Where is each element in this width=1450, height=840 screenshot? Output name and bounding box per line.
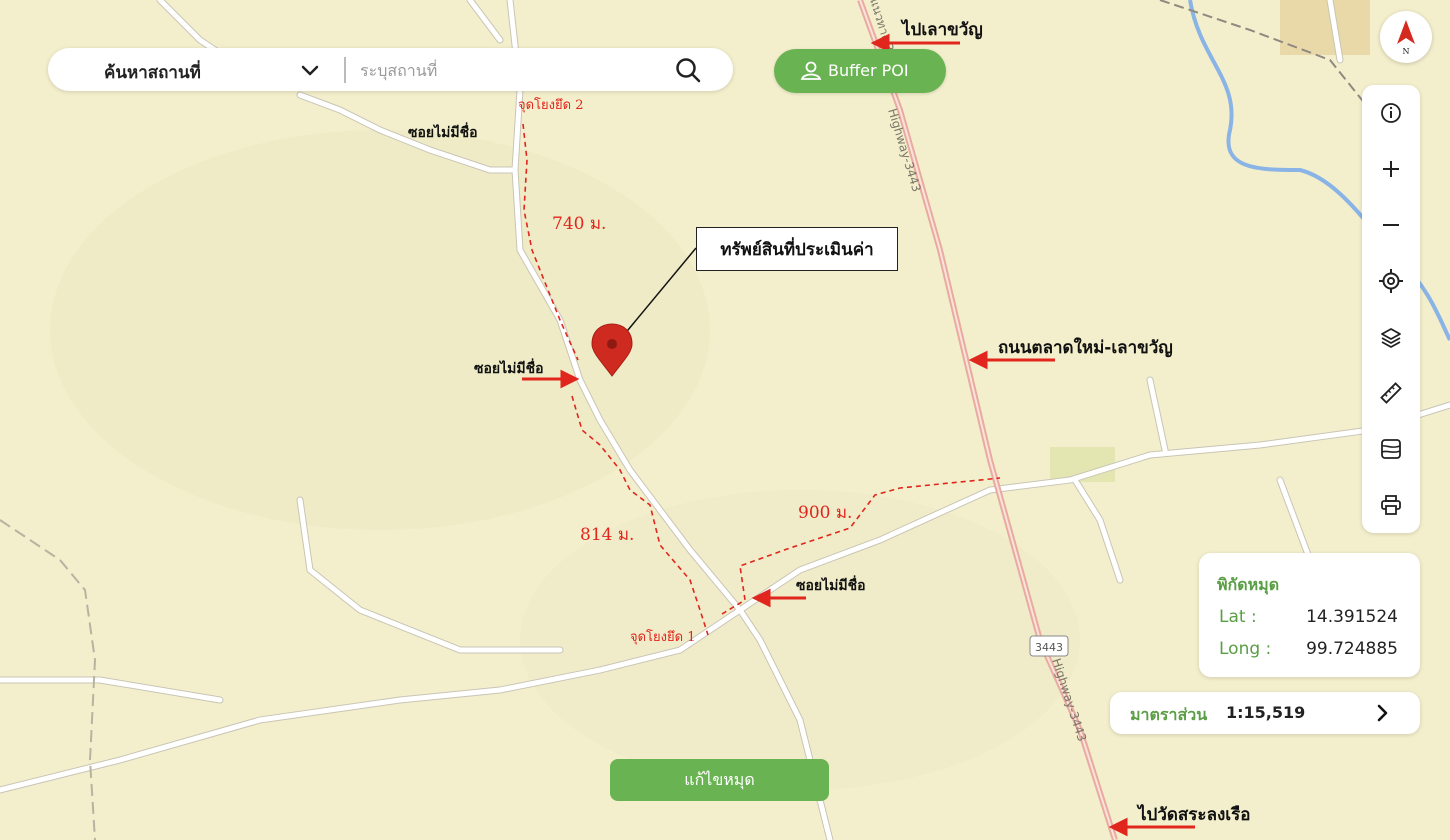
locate-icon xyxy=(1379,269,1403,293)
map-style-icon xyxy=(1381,439,1401,459)
info-icon xyxy=(1381,103,1401,123)
user-pin-icon xyxy=(800,61,822,80)
zoom-in-button[interactable] xyxy=(1362,145,1420,193)
buffer-poi-label: Buffer POI xyxy=(828,61,909,80)
print-button[interactable] xyxy=(1362,481,1420,529)
north-arrow-icon: N xyxy=(1397,20,1415,56)
search-divider xyxy=(344,57,346,83)
coordinate-panel: พิกัดหมุด Lat : 14.391524 Long : 99.7248… xyxy=(1199,553,1420,677)
compass-button[interactable]: N xyxy=(1380,11,1432,63)
search-icon[interactable] xyxy=(673,55,703,85)
layers-button[interactable] xyxy=(1362,313,1420,361)
map-toolbar xyxy=(1362,85,1420,533)
chevron-down-icon[interactable] xyxy=(298,58,322,82)
scale-value: 1:15,519 xyxy=(1226,703,1306,722)
ruler-button[interactable] xyxy=(1362,369,1420,417)
soi-label-2: ซอยไม่มีชื่อ xyxy=(474,358,544,377)
soi-label-3: ซอยไม่มีชื่อ xyxy=(796,575,866,594)
to-lao-khwan-label: ไปเลาขวัญ xyxy=(900,19,983,40)
info-button[interactable] xyxy=(1362,89,1420,137)
anchor-2-label: จุดโยงยึด 2 xyxy=(518,97,583,113)
route-shield: 3443 xyxy=(1029,635,1069,657)
scale-label: มาตราส่วน xyxy=(1130,705,1208,724)
road-name-label: ถนนตลาดใหม่-เลาขวัญ xyxy=(998,337,1173,358)
lat-value: 14.391524 xyxy=(1306,607,1398,627)
ruler-icon xyxy=(1380,382,1402,404)
layers-icon xyxy=(1381,328,1401,348)
edit-pin-button[interactable]: แก้ไขหมุด xyxy=(610,759,829,801)
search-mode-label[interactable]: ค้นหาสถานที่ xyxy=(104,59,201,86)
property-annotation-box: ทรัพย์สินที่ประเมินค่า xyxy=(696,227,898,271)
svg-text:N: N xyxy=(1403,47,1410,56)
map-style-button[interactable] xyxy=(1362,425,1420,473)
zoom-out-icon xyxy=(1383,224,1399,226)
chevron-right-icon[interactable] xyxy=(1372,703,1392,723)
distance-900-label: 900 ม. xyxy=(798,503,852,523)
to-wat-label: ไปวัดสระลงเรือ xyxy=(1136,804,1250,825)
property-annotation-text: ทรัพย์สินที่ประเมินค่า xyxy=(720,239,874,260)
zoom-out-button[interactable] xyxy=(1362,201,1420,249)
search-bar: ค้นหาสถานที่ xyxy=(48,48,733,91)
print-icon xyxy=(1381,495,1401,515)
search-input[interactable] xyxy=(358,55,662,85)
locate-button[interactable] xyxy=(1362,257,1420,305)
svg-text:3443: 3443 xyxy=(1035,641,1063,654)
zoom-in-icon xyxy=(1383,161,1399,177)
long-value: 99.724885 xyxy=(1306,639,1398,659)
lat-label: Lat : xyxy=(1219,607,1257,627)
anchor-1-label: จุดโยงยึด 1 xyxy=(630,629,695,645)
buffer-poi-button[interactable]: Buffer POI xyxy=(774,49,946,93)
coordinate-panel-title: พิกัดหมุด xyxy=(1217,575,1280,594)
distance-814-label: 814 ม. xyxy=(580,525,634,545)
soi-label-1: ซอยไม่มีชื่อ xyxy=(408,122,478,141)
distance-740-label: 740 ม. xyxy=(552,214,606,234)
scale-panel[interactable]: มาตราส่วน 1:15,519 xyxy=(1110,692,1420,734)
edit-pin-label: แก้ไขหมุด xyxy=(684,769,755,789)
long-label: Long : xyxy=(1219,639,1272,659)
